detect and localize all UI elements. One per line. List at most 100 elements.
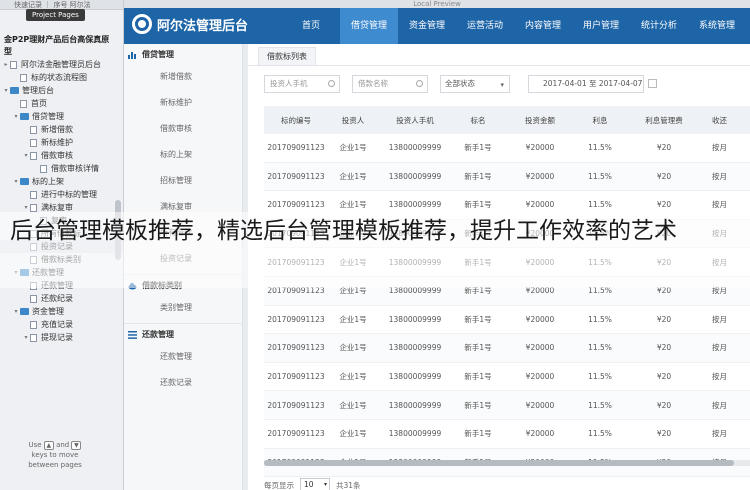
tree-item-label: 新增借款 xyxy=(41,125,73,134)
keyboard-hint: Use ▲ and ▼ keys to move between pages xyxy=(28,440,82,469)
filter-bar: 投资人手机 借款名称 全部状态 ▾ 2017-04-01 至 2017-04-0… xyxy=(264,74,657,94)
table-cell: 企业1号 xyxy=(339,314,367,324)
investor-phone-input[interactable]: 投资人手机 xyxy=(264,75,340,93)
sidebar-item[interactable]: 借款审核 xyxy=(124,116,242,142)
sidebar-category-items: 类别管理 xyxy=(124,295,242,321)
sidebar-item[interactable]: 类别管理 xyxy=(124,295,242,321)
expand-toggle-icon[interactable]: ▾ xyxy=(12,110,20,123)
expand-toggle-icon[interactable]: ▾ xyxy=(22,331,30,344)
expand-toggle-icon[interactable]: ▾ xyxy=(12,175,20,188)
tree-item[interactable]: ▾ 借贷管理 xyxy=(0,110,123,123)
tree-item-label: 充值记录 xyxy=(41,320,73,329)
table-cell: ¥20000 xyxy=(525,200,555,210)
tree-list: ▸ 阿尔法金融管理员后台 标的状态流程图 ▾ 管理后台 首页 ▾ 借贷管理 新增借款 新标维护 ▾ 借… xyxy=(0,58,123,344)
table-row[interactable]: 201709091123 企业1号 13800009999 新手1号 ¥20000 11.… xyxy=(264,420,750,449)
scrollbar-thumb[interactable] xyxy=(264,460,734,466)
folder-icon xyxy=(10,87,19,94)
table-cell: ¥20000 xyxy=(525,171,555,181)
logo[interactable]: 阿尔法管理后台 xyxy=(132,14,248,34)
tree-item[interactable]: 新增借款 xyxy=(0,123,123,136)
table-cell: ¥20 xyxy=(656,314,672,324)
top-navigation: 阿尔法管理后台 首页 借贷管理 资金管理 运营活动 内容管理 用户管理 统计分析 系统管理 xyxy=(124,8,750,44)
table-cell: 201709091123 xyxy=(267,200,325,210)
sidebar-section-loan[interactable]: 借贷管理 xyxy=(124,46,242,64)
tree-item[interactable]: 进行中标的管理 xyxy=(0,188,123,201)
sidebar-item[interactable]: 标的上架 xyxy=(124,142,242,168)
table-row[interactable]: 201709091123 企业1号 13800009999 新手1号 ¥20000 11.… xyxy=(264,363,750,392)
nav-item[interactable]: 统计分析 xyxy=(630,8,688,44)
nav-item[interactable]: 用户管理 xyxy=(572,8,630,44)
nav-item[interactable]: 借贷管理 xyxy=(340,8,398,44)
table-cell: ¥20 xyxy=(656,429,672,439)
table-cell: 13800009999 xyxy=(388,372,442,382)
table-cell: 13800009999 xyxy=(388,429,442,439)
search-icon xyxy=(416,80,423,87)
loan-name-input[interactable]: 借款名称 xyxy=(352,75,428,93)
tree-item[interactable]: ▾ 标的上架 xyxy=(0,175,123,188)
expand-toggle-icon[interactable]: ▾ xyxy=(2,84,10,97)
list-icon xyxy=(128,331,137,339)
table-cell: 11.5% xyxy=(588,429,612,439)
table-row[interactable]: 201709091123 企业1号 13800009999 新手1号 ¥20000 11.… xyxy=(264,306,750,335)
sidebar-item[interactable]: 还款管理 xyxy=(124,344,242,370)
table-cell: 201709091123 xyxy=(267,372,325,382)
tree-item[interactable]: 充值记录 xyxy=(0,318,123,331)
table-cell: 201709091123 xyxy=(267,343,325,353)
expand-toggle-icon[interactable]: ▾ xyxy=(12,305,20,318)
tree-item[interactable]: ▾ 管理后台 xyxy=(0,84,123,97)
tree-item-label: 新标维护 xyxy=(41,138,73,147)
tree-item[interactable]: 首页 xyxy=(0,97,123,110)
tree-item[interactable]: 借款审核详情 xyxy=(0,162,123,175)
date-range-input[interactable]: 2017-04-01 至 2017-04-07 xyxy=(528,75,657,93)
per-page-select[interactable]: 10 ▾ xyxy=(300,478,330,490)
tree-item[interactable]: ▾ 借款审核 xyxy=(0,149,123,162)
expand-toggle-icon[interactable]: ▾ xyxy=(22,149,30,162)
nav-menu: 首页 借贷管理 资金管理 运营活动 内容管理 用户管理 统计分析 系统管理 xyxy=(282,8,746,44)
arrow-up-key-icon: ▲ xyxy=(43,440,54,450)
page-icon xyxy=(30,138,37,147)
sidebar-item[interactable]: 新标维护 xyxy=(124,90,242,116)
table-cell: 13800009999 xyxy=(388,143,442,153)
tree-item[interactable]: 标的状态流程图 xyxy=(0,71,123,84)
tree-item[interactable]: 新标维护 xyxy=(0,136,123,149)
tab-bar: 借款标列表 xyxy=(248,44,750,66)
tree-item[interactable]: 还款纪录 xyxy=(0,292,123,305)
sidebar-item[interactable]: 还款记录 xyxy=(124,370,242,396)
table-cell: ¥20000 xyxy=(525,372,555,382)
folder-icon xyxy=(20,178,29,185)
nav-item[interactable]: 系统管理 xyxy=(688,8,746,44)
expand-toggle-icon[interactable]: ▸ xyxy=(2,58,10,71)
nav-item[interactable]: 运营活动 xyxy=(456,8,514,44)
sidebar-item[interactable]: 新增借款 xyxy=(124,64,242,90)
table-body: 201709091123 企业1号 13800009999 新手1号 ¥20000 11.… xyxy=(264,134,750,478)
tree-item[interactable]: ▸ 阿尔法金融管理员后台 xyxy=(0,58,123,71)
tab-loan-list[interactable]: 借款标列表 xyxy=(258,47,316,65)
table-row[interactable]: 201709091123 企业1号 13800009999 新手1号 ¥20000 11.… xyxy=(264,334,750,363)
table-row[interactable]: 201709091123 企业1号 13800009999 新手1号 ¥20000 11.… xyxy=(264,391,750,420)
sidebar-item[interactable]: 招标管理 xyxy=(124,168,242,194)
table-cell: 13800009999 xyxy=(388,171,442,181)
table-cell: 按月 xyxy=(712,372,727,382)
table-row[interactable]: 201709091123 企业1号 13800009999 新手1号 ¥20000 11.… xyxy=(264,162,750,192)
table-cell: ¥20 xyxy=(656,200,672,210)
table-cell: 新手1号 xyxy=(464,429,492,439)
tree-item-label: 首页 xyxy=(31,99,47,108)
table-cell: 企业1号 xyxy=(339,343,367,353)
table-cell: 新手1号 xyxy=(464,343,492,353)
total-count: 共31条 xyxy=(336,480,361,490)
calendar-icon[interactable] xyxy=(648,79,657,88)
nav-item[interactable]: 资金管理 xyxy=(398,8,456,44)
nav-item[interactable]: 首页 xyxy=(282,8,340,44)
page-icon xyxy=(30,125,37,134)
sidebar-section-repay[interactable]: 还款管理 xyxy=(124,326,242,344)
tree-item[interactable]: ▾ 提现记录 xyxy=(0,331,123,344)
table-cell: 201709091123 xyxy=(267,143,325,153)
search-icon xyxy=(328,80,335,87)
horizontal-scrollbar[interactable] xyxy=(264,460,750,466)
tree-item[interactable]: ▾ 资金管理 xyxy=(0,305,123,318)
column-header: 利息管理费 xyxy=(645,115,683,125)
table-cell: 11.5% xyxy=(588,372,612,382)
status-select[interactable]: 全部状态 ▾ xyxy=(440,75,510,93)
nav-item[interactable]: 内容管理 xyxy=(514,8,572,44)
table-row[interactable]: 201709091123 企业1号 13800009999 新手1号 ¥20000 11.… xyxy=(264,134,750,163)
